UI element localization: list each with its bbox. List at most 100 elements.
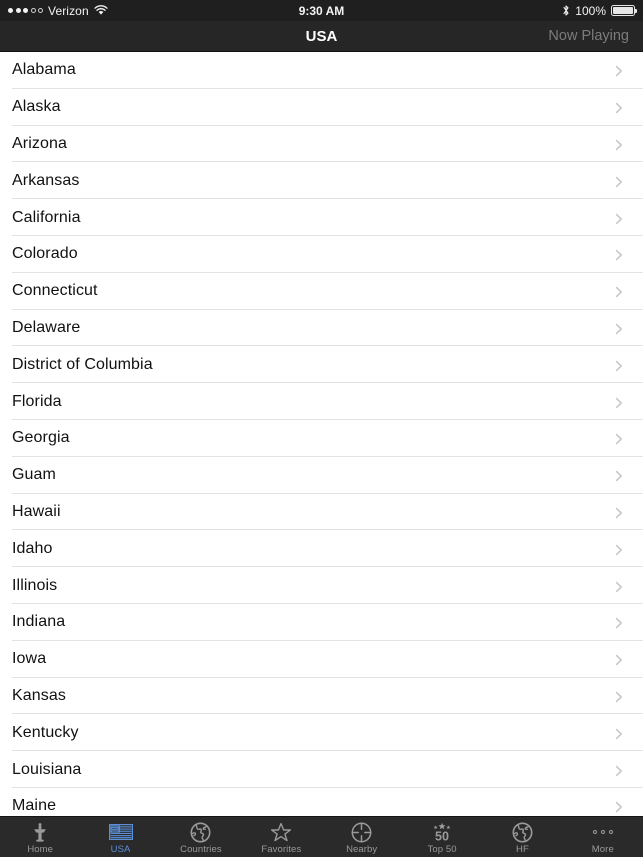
tab-more[interactable]: More bbox=[563, 817, 643, 857]
chevron-right-icon bbox=[613, 469, 625, 482]
list-item-label: Idaho bbox=[12, 539, 53, 557]
wifi-icon bbox=[94, 5, 108, 15]
list-item-label: Indiana bbox=[12, 613, 66, 631]
list-item[interactable]: Arizona bbox=[0, 125, 643, 163]
list-item-label: Louisiana bbox=[12, 760, 82, 778]
globe-icon bbox=[190, 822, 211, 843]
chevron-right-icon bbox=[613, 543, 625, 555]
status-bar-left: Verizon bbox=[8, 4, 108, 18]
crosshair-icon bbox=[351, 822, 372, 843]
chevron-right-icon bbox=[613, 506, 625, 519]
carrier-label: Verizon bbox=[48, 3, 89, 18]
list-item[interactable]: Alaska bbox=[0, 88, 643, 126]
list-item[interactable]: Kansas bbox=[0, 677, 643, 715]
tab-label: Nearby bbox=[346, 843, 378, 855]
list-item[interactable]: Louisiana bbox=[0, 751, 643, 788]
list-item[interactable]: Maine bbox=[0, 787, 643, 816]
chevron-right-icon bbox=[613, 64, 625, 77]
page-title: USA bbox=[305, 27, 338, 45]
list-item-label: Iowa bbox=[12, 650, 47, 668]
list-item-label: Alabama bbox=[12, 61, 76, 79]
tab-favorites[interactable]: Favorites bbox=[241, 817, 321, 857]
chevron-right-icon bbox=[613, 616, 625, 629]
top50-stars-icon: 50 bbox=[429, 822, 455, 843]
svg-text:50: 50 bbox=[435, 829, 449, 842]
list-item-label: Kentucky bbox=[12, 723, 79, 741]
list-item[interactable]: Indiana bbox=[0, 603, 643, 641]
list-item[interactable]: Illinois bbox=[0, 567, 643, 604]
list-item[interactable]: Kentucky bbox=[0, 714, 643, 752]
chevron-right-icon bbox=[613, 248, 625, 261]
chevron-right-icon bbox=[613, 690, 625, 703]
tab-label: HF bbox=[516, 843, 529, 855]
chevron-right-icon bbox=[613, 322, 625, 335]
tab-label: Countries bbox=[180, 843, 222, 855]
list-item[interactable]: Connecticut bbox=[0, 272, 643, 310]
list-item[interactable]: Iowa bbox=[0, 640, 643, 678]
tab-top-50[interactable]: 50 Top 50 bbox=[402, 817, 482, 857]
navigation-bar: USA Now Playing bbox=[0, 21, 643, 52]
tab-countries[interactable]: Countries bbox=[161, 817, 241, 857]
list-item[interactable]: District of Columbia bbox=[0, 346, 643, 384]
usa-flag-icon bbox=[108, 822, 133, 843]
chevron-right-icon bbox=[613, 432, 625, 445]
bluetooth-icon bbox=[563, 5, 569, 16]
list-item[interactable]: Delaware bbox=[0, 309, 643, 347]
battery-full-icon bbox=[611, 5, 637, 16]
list-item[interactable]: Colorado bbox=[0, 235, 643, 273]
list-item-label: Florida bbox=[12, 392, 62, 410]
chevron-right-icon bbox=[613, 727, 625, 739]
state-list[interactable]: Alabama Alaska Arizona Arkansas California Co… bbox=[0, 52, 643, 816]
more-dots-icon bbox=[592, 822, 613, 843]
list-item[interactable]: Arkansas bbox=[0, 162, 643, 200]
chevron-right-icon bbox=[613, 138, 625, 151]
tab-hf[interactable]: HF bbox=[482, 817, 562, 857]
tab-label: Favorites bbox=[261, 843, 302, 855]
tab-nearby[interactable]: Nearby bbox=[322, 817, 402, 857]
list-item-label: Delaware bbox=[12, 318, 81, 336]
status-bar-right: 100% bbox=[562, 3, 637, 18]
list-item[interactable]: Hawaii bbox=[0, 493, 643, 531]
list-item-label: Maine bbox=[12, 797, 57, 815]
list-item-label: Connecticut bbox=[12, 282, 98, 300]
list-item-label: Guam bbox=[12, 466, 56, 484]
list-item-label: Arizona bbox=[12, 134, 67, 152]
list-item-label: Georgia bbox=[12, 429, 70, 447]
list-item[interactable]: Georgia bbox=[0, 419, 643, 457]
chevron-right-icon bbox=[613, 359, 625, 371]
tab-label: USA bbox=[110, 843, 131, 855]
star-icon bbox=[270, 822, 292, 843]
chevron-right-icon bbox=[613, 653, 625, 666]
tab-label: Top 50 bbox=[427, 843, 457, 855]
list-item[interactable]: Guam bbox=[0, 456, 643, 494]
now-playing-button[interactable]: Now Playing bbox=[548, 28, 631, 44]
tab-home[interactable]: Home bbox=[0, 817, 80, 857]
list-item[interactable]: California bbox=[0, 199, 643, 236]
list-item-label: District of Columbia bbox=[12, 355, 153, 373]
list-item[interactable]: Idaho bbox=[0, 530, 643, 568]
status-bar: Verizon 9:30 AM 100% bbox=[0, 0, 643, 21]
radio-tower-icon bbox=[30, 822, 50, 843]
battery-percent-label: 100% bbox=[575, 3, 606, 18]
signal-strength-icon bbox=[8, 8, 43, 13]
tab-usa[interactable]: USA bbox=[80, 817, 160, 857]
tab-bar: Home USA Countries Favorites Nearby 50 Top 50 H… bbox=[0, 816, 643, 857]
app-screen: Verizon 9:30 AM 100% USA Now Playing Ala… bbox=[0, 0, 643, 857]
chevron-right-icon bbox=[613, 212, 625, 224]
list-item-label: California bbox=[12, 208, 81, 226]
list-item-label: Hawaii bbox=[12, 502, 61, 520]
list-item[interactable]: Florida bbox=[0, 383, 643, 420]
chevron-right-icon bbox=[613, 285, 625, 298]
list-item-label: Kansas bbox=[12, 686, 66, 704]
list-item[interactable]: Alabama bbox=[0, 52, 643, 89]
chevron-right-icon bbox=[613, 764, 625, 776]
list-item-label: Alaska bbox=[12, 98, 61, 116]
chevron-right-icon bbox=[613, 396, 625, 408]
chevron-right-icon bbox=[613, 580, 625, 592]
chevron-right-icon bbox=[613, 175, 625, 187]
tab-label: More bbox=[591, 843, 614, 855]
tab-label: Home bbox=[27, 843, 54, 855]
chevron-right-icon bbox=[613, 101, 625, 114]
list-item-label: Colorado bbox=[12, 245, 78, 263]
list-item-label: Arkansas bbox=[12, 171, 80, 189]
